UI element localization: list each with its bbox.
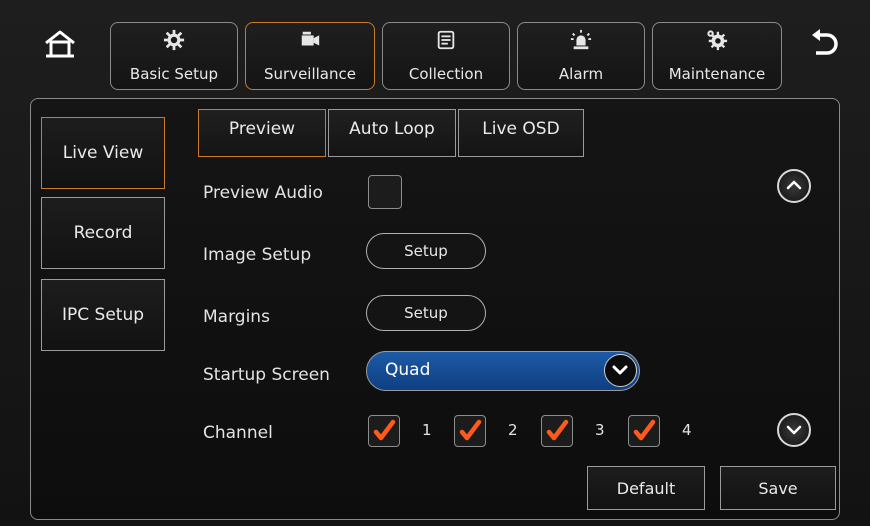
- sidebar-item-label: Record: [73, 223, 133, 243]
- tab-label: Alarm: [558, 65, 604, 83]
- default-button-label: Default: [616, 478, 676, 498]
- gear-icon: [163, 29, 185, 51]
- channel-4-number: 4: [682, 421, 692, 439]
- alarm-light-icon: [570, 29, 592, 50]
- chevron-up-icon: [786, 180, 802, 190]
- channel-4-checkbox[interactable]: [628, 415, 660, 447]
- channel-2-checkbox[interactable]: [454, 415, 486, 447]
- tab-label: Surveillance: [264, 65, 356, 83]
- scroll-down-button[interactable]: [777, 413, 811, 447]
- chevron-down-icon: [612, 365, 628, 375]
- preview-audio-checkbox[interactable]: [368, 175, 402, 209]
- chevron-down-icon: [786, 425, 802, 435]
- margins-label: Margins: [203, 307, 270, 327]
- tab-basic-setup[interactable]: Basic Setup: [110, 22, 238, 90]
- startup-screen-value: Quad: [385, 360, 431, 380]
- channel-2-number: 2: [508, 421, 518, 439]
- save-button[interactable]: Save: [720, 466, 836, 510]
- checkmark-icon: [373, 419, 396, 441]
- subtab-auto-loop[interactable]: Auto Loop: [328, 109, 456, 157]
- subtab-label: Preview: [228, 119, 296, 139]
- dvr-settings-screen: Basic Setup Surveillance Collection Alar…: [0, 0, 870, 526]
- back-arrow-icon: [812, 29, 838, 55]
- tab-collection[interactable]: Collection: [382, 22, 510, 90]
- scroll-up-button[interactable]: [777, 169, 811, 203]
- sidebar-item-label: IPC Setup: [61, 305, 145, 325]
- startup-screen-select[interactable]: Quad: [366, 351, 640, 391]
- subtab-label: Live OSD: [482, 119, 560, 139]
- gears-icon: [707, 30, 728, 51]
- channel-label: Channel: [203, 423, 273, 443]
- tab-label: Collection: [408, 65, 484, 83]
- channel-3-checkbox[interactable]: [541, 415, 573, 447]
- sidebar-item-ipc-setup[interactable]: IPC Setup: [41, 279, 165, 351]
- document-icon: [437, 30, 455, 50]
- image-setup-label: Image Setup: [203, 245, 312, 265]
- default-button[interactable]: Default: [587, 466, 705, 510]
- checkmark-icon: [633, 419, 656, 441]
- save-button-label: Save: [758, 478, 798, 498]
- subtab-live-osd[interactable]: Live OSD: [458, 109, 584, 157]
- preview-audio-label: Preview Audio: [203, 183, 323, 203]
- subtab-preview[interactable]: Preview: [198, 109, 326, 157]
- sidebar-item-record[interactable]: Record: [41, 197, 165, 269]
- home-button[interactable]: [42, 28, 78, 60]
- tab-label: Maintenance: [668, 65, 766, 83]
- tab-label: Basic Setup: [129, 65, 219, 83]
- subtab-label: Auto Loop: [349, 119, 435, 139]
- image-setup-button[interactable]: Setup: [366, 233, 486, 269]
- sidebar-item-label: Live View: [62, 143, 144, 163]
- channel-3-number: 3: [595, 421, 605, 439]
- channel-1-number: 1: [422, 421, 432, 439]
- tab-maintenance[interactable]: Maintenance: [652, 22, 782, 90]
- content-panel: Live View Record IPC Setup Preview Auto …: [30, 98, 840, 520]
- home-icon: [45, 30, 75, 58]
- image-setup-button-label: Setup: [404, 242, 448, 260]
- back-button[interactable]: [808, 26, 842, 60]
- startup-screen-label: Startup Screen: [203, 365, 330, 385]
- camera-icon: [301, 31, 320, 46]
- tab-alarm[interactable]: Alarm: [517, 22, 645, 90]
- tab-surveillance[interactable]: Surveillance: [245, 22, 375, 90]
- checkmark-icon: [546, 419, 569, 441]
- channel-1-checkbox[interactable]: [368, 415, 400, 447]
- margins-setup-button[interactable]: Setup: [366, 295, 486, 331]
- sidebar-item-live-view[interactable]: Live View: [41, 117, 165, 189]
- margins-button-label: Setup: [404, 304, 448, 322]
- dropdown-toggle[interactable]: [604, 354, 637, 387]
- checkmark-icon: [459, 419, 482, 441]
